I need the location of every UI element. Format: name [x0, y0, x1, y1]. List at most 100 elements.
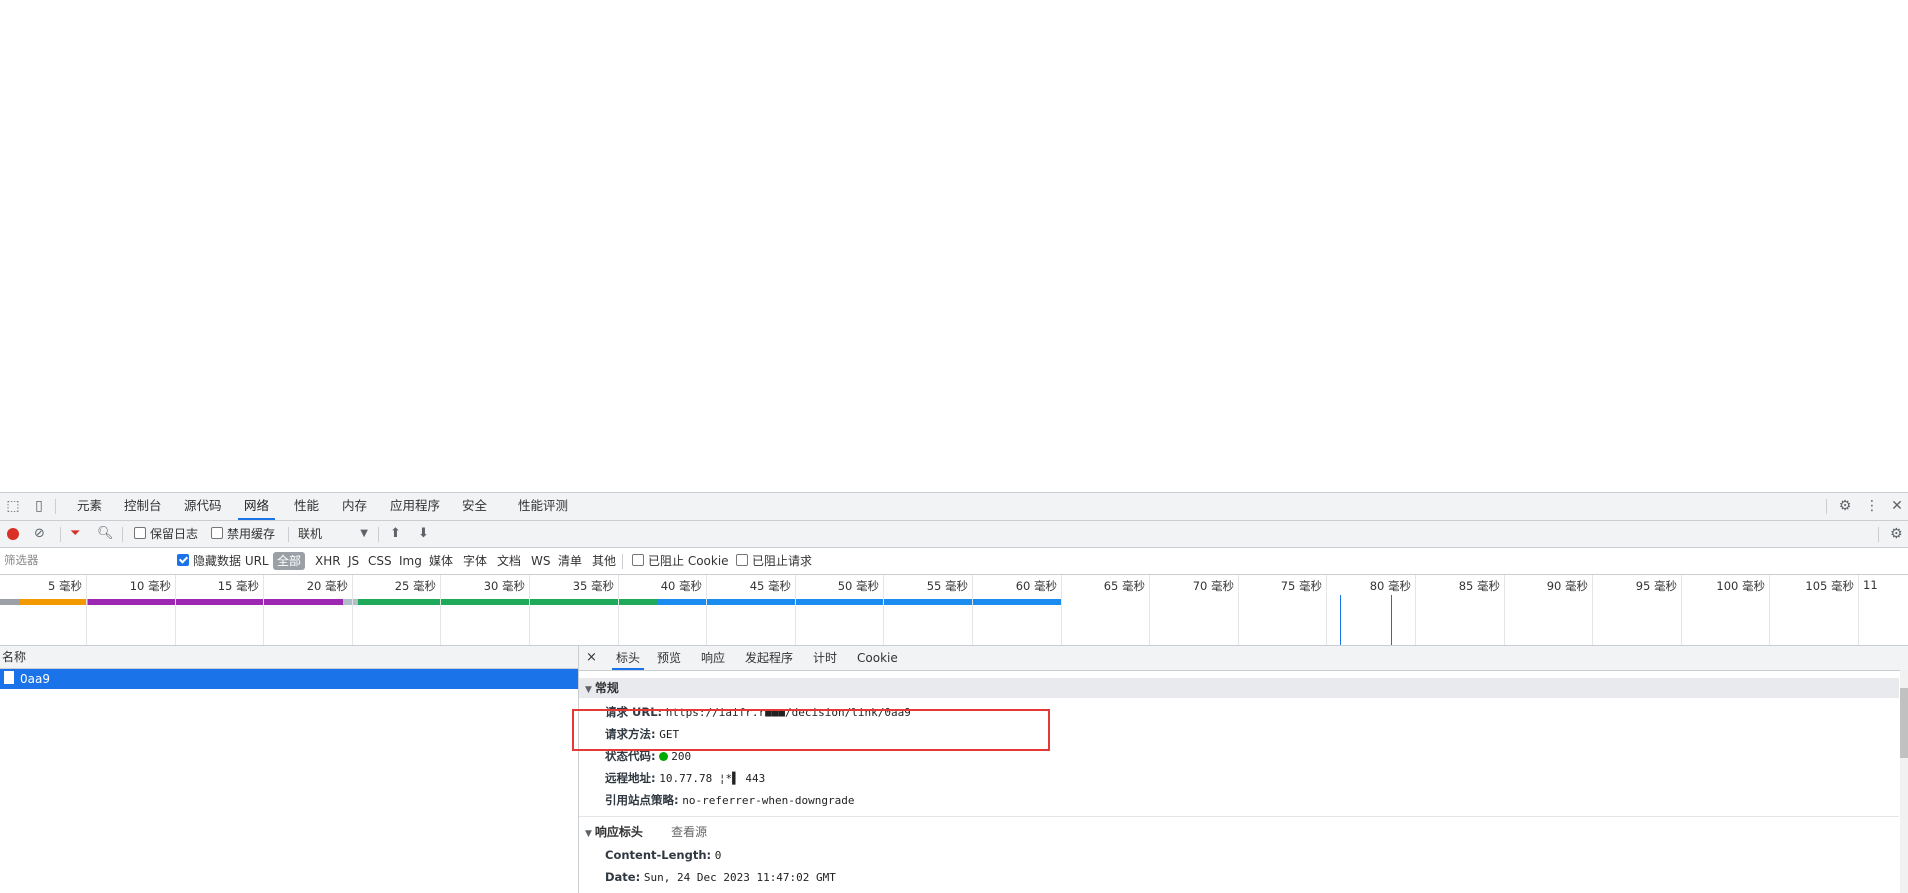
type-filter-manifest[interactable]: 清单 — [558, 553, 582, 569]
timeline-gridline — [706, 575, 707, 645]
clear-icon[interactable]: ⊘ — [34, 526, 45, 542]
tab-memory[interactable]: 内存 — [336, 493, 373, 520]
general-section-header[interactable]: ▼ 常规 — [579, 678, 1899, 698]
triangle-down-icon: ▼ — [585, 829, 592, 839]
timeline-tick-label: 55 毫秒 — [926, 579, 968, 593]
date-value: Sun, 24 Dec 2023 11:47:02 GMT — [643, 871, 836, 884]
throttling-select[interactable]: 联机 ▼ — [298, 526, 368, 542]
timeline-gridline — [263, 575, 264, 645]
type-filter-other[interactable]: 其他 — [592, 553, 616, 569]
timeline-gridline — [1326, 575, 1327, 645]
tab-sources[interactable]: 源代码 — [178, 493, 228, 520]
timeline-gridline — [972, 575, 973, 645]
divider — [1826, 499, 1827, 514]
export-har-icon[interactable]: ⬇ — [418, 526, 429, 542]
response-headers-section-header[interactable]: ▼ 响应标头 查看源 — [579, 822, 707, 842]
timeline-bar-connect — [88, 599, 343, 605]
divider — [622, 554, 623, 569]
tab-network[interactable]: 网络 — [238, 493, 276, 520]
tab-security[interactable]: 安全 — [456, 493, 493, 520]
tab-preview[interactable]: 预览 — [653, 646, 685, 670]
devtools-panel: ⬚ ▯ 元素 控制台 源代码 网络 性能 内存 应用程序 安全 性能评测 ⚙ ⋮… — [0, 492, 1908, 893]
filter-input[interactable] — [2, 551, 166, 569]
timeline-gridline — [883, 575, 884, 645]
timeline-tick-label: 45 毫秒 — [749, 579, 791, 593]
dom-content-loaded-line — [1340, 595, 1341, 645]
type-filter-ws[interactable]: WS — [531, 553, 550, 569]
timeline-tick-label: 90 毫秒 — [1546, 579, 1588, 593]
document-icon — [4, 671, 14, 684]
tab-headers[interactable]: 标头 — [612, 646, 645, 670]
type-filter-css[interactable]: CSS — [368, 553, 392, 569]
preserve-log-label: 保留日志 — [150, 527, 199, 541]
network-settings-icon[interactable]: ⚙ — [1890, 526, 1903, 542]
divider — [60, 527, 61, 542]
hide-data-urls-checkbox[interactable]: 隐藏数据 URL — [177, 553, 269, 569]
request-row[interactable]: 0aa9 — [0, 669, 578, 689]
date-row: Date: Sun, 24 Dec 2023 11:47:02 GMT — [605, 868, 836, 886]
timeline-tick-label: 25 毫秒 — [394, 579, 436, 593]
filter-icon[interactable]: ⏷ — [70, 526, 80, 542]
timeline-tick-label: 65 毫秒 — [1103, 579, 1145, 593]
import-har-icon[interactable]: ⬆ — [390, 526, 401, 542]
divider — [1878, 527, 1879, 542]
response-headers-title: 响应标头 — [594, 825, 643, 839]
device-toolbar-icon[interactable]: ▯ — [31, 498, 47, 514]
request-url-key: 请求 URL: — [605, 705, 663, 719]
timeline-gridline — [1681, 575, 1682, 645]
timeline-gridline — [1061, 575, 1062, 645]
date-key: Date: — [605, 870, 641, 884]
settings-icon[interactable]: ⚙ — [1837, 498, 1853, 514]
throttling-value: 联机 — [298, 527, 323, 541]
timeline-gridline — [1592, 575, 1593, 645]
section-divider — [579, 816, 1899, 817]
details-tab-bar: × 标头 预览 响应 发起程序 计时 Cookie — [579, 646, 1908, 671]
search-icon[interactable]: 🔍︎ — [97, 526, 114, 542]
tab-application[interactable]: 应用程序 — [384, 493, 446, 520]
remote-address-key: 远程地址: — [605, 771, 656, 785]
close-details-icon[interactable]: × — [582, 646, 601, 670]
type-filter-font[interactable]: 字体 — [463, 553, 487, 569]
tab-elements[interactable]: 元素 — [71, 493, 108, 520]
blocked-cookies-checkbox[interactable]: 已阻止 Cookie — [632, 553, 729, 569]
type-filter-doc[interactable]: 文档 — [497, 553, 521, 569]
timeline-tick-label: 5 毫秒 — [48, 579, 82, 593]
network-overview-timeline[interactable]: 5 毫秒 10 毫秒 15 毫秒 20 毫秒 25 毫秒 30 毫秒 35 毫秒 40 毫秒 4… — [0, 575, 1908, 646]
view-source-link[interactable]: 查看源 — [671, 825, 707, 839]
blocked-requests-checkbox[interactable]: 已阻止请求 — [736, 553, 812, 569]
timeline-tick-label: 80 毫秒 — [1369, 579, 1411, 593]
type-filter-xhr[interactable]: XHR — [315, 553, 341, 569]
disable-cache-checkbox[interactable]: 禁用缓存 — [211, 526, 275, 542]
remote-address-value: 10.77.78 ¦*▌ 443 — [659, 772, 766, 785]
timeline-tick-label: 95 毫秒 — [1635, 579, 1677, 593]
tab-performance[interactable]: 性能 — [288, 493, 325, 520]
tab-console[interactable]: 控制台 — [118, 493, 168, 520]
tab-initiator[interactable]: 发起程序 — [741, 646, 797, 670]
inspect-element-icon[interactable]: ⬚ — [5, 498, 21, 514]
timeline-tick-label: 10 毫秒 — [129, 579, 171, 593]
more-options-icon[interactable]: ⋮ — [1864, 498, 1880, 514]
content-length-row: Content-Length: 0 — [605, 846, 721, 864]
timeline-gridline — [1769, 575, 1770, 645]
type-filter-all[interactable]: 全部 — [273, 552, 306, 570]
tab-response[interactable]: 响应 — [697, 646, 729, 670]
details-scrollbar-thumb[interactable] — [1900, 688, 1908, 758]
tab-cookies[interactable]: Cookie — [853, 646, 902, 670]
tab-lighthouse[interactable]: 性能评测 — [512, 493, 574, 520]
timeline-bar-sent — [343, 599, 358, 605]
tab-timing[interactable]: 计时 — [809, 646, 841, 670]
timeline-gridline — [1858, 575, 1859, 645]
timeline-gridline — [618, 575, 619, 645]
load-event-line — [1391, 595, 1392, 645]
preserve-log-checkbox[interactable]: 保留日志 — [134, 526, 198, 542]
type-filter-img[interactable]: Img — [399, 553, 422, 569]
blocked-cookies-label: 已阻止 Cookie — [648, 554, 729, 568]
type-filter-js[interactable]: JS — [348, 553, 359, 569]
request-url-row: 请求 URL: https://iaifr.r■■■/decision/link… — [605, 703, 911, 721]
record-icon[interactable] — [7, 528, 19, 540]
name-column-header[interactable]: 名称 — [0, 646, 578, 669]
status-code-row: 状态代码: 200 — [605, 747, 691, 765]
type-filter-media[interactable]: 媒体 — [429, 553, 453, 569]
close-devtools-icon[interactable]: ✕ — [1889, 498, 1905, 514]
blocked-requests-label: 已阻止请求 — [752, 554, 813, 568]
